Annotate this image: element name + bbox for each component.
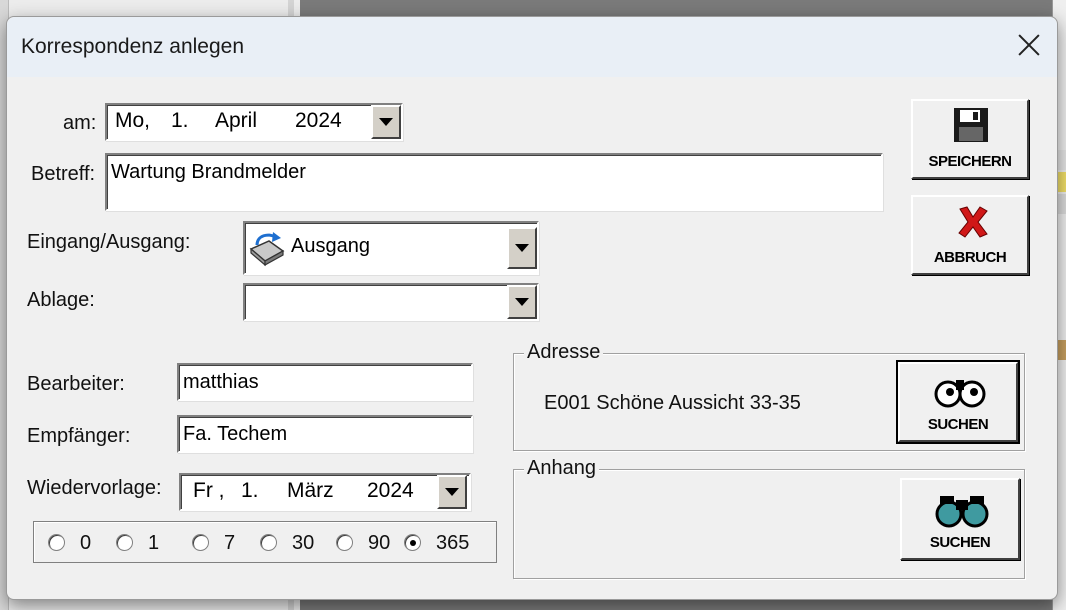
ablage-dropdown-button[interactable] xyxy=(507,285,537,319)
am-label: am: xyxy=(63,112,97,134)
ablage-select[interactable] xyxy=(243,283,539,321)
correspondence-dialog: Korrespondenz anlegen am: Mo, 1. April 2… xyxy=(6,16,1058,600)
floppy-disk-icon xyxy=(953,107,989,148)
empfaenger-value[interactable]: Fa. Techem xyxy=(183,423,287,446)
radio-days-30[interactable] xyxy=(260,534,277,551)
radio-days-7-label[interactable]: 7 xyxy=(224,532,235,555)
radio-days-365[interactable] xyxy=(404,534,421,551)
wv-month[interactable]: März xyxy=(287,479,334,503)
radio-dot xyxy=(410,540,416,546)
wv-year[interactable]: 2024 xyxy=(367,479,414,503)
radio-days-30-label[interactable]: 30 xyxy=(292,532,314,555)
anhang-group-title: Anhang xyxy=(524,457,599,480)
radio-days-0[interactable] xyxy=(48,534,65,551)
chevron-down-icon xyxy=(379,118,393,126)
chevron-down-icon xyxy=(515,298,529,306)
chevron-down-icon xyxy=(445,488,459,496)
bearbeiter-field[interactable]: matthias xyxy=(177,363,473,401)
ablage-label: Ablage: xyxy=(27,289,95,311)
radio-days-0-label[interactable]: 0 xyxy=(80,532,91,555)
outgoing-mail-icon xyxy=(247,229,287,272)
am-date-picker[interactable]: Mo, 1. April 2024 xyxy=(105,103,403,141)
adresse-group-title: Adresse xyxy=(524,341,604,364)
binoculars-icon xyxy=(932,374,988,413)
dialog-title: Korrespondenz anlegen xyxy=(21,35,245,58)
red-x-icon xyxy=(957,205,989,244)
cancel-button[interactable]: ABBRUCH xyxy=(911,195,1029,275)
search-attachment-button-label: SUCHEN xyxy=(929,534,991,551)
radio-days-90-label[interactable]: 90 xyxy=(368,532,390,555)
am-weekday[interactable]: Mo, xyxy=(115,109,150,133)
radio-days-90[interactable] xyxy=(336,534,353,551)
empfaenger-label: Empfänger: xyxy=(27,425,131,447)
wv-day[interactable]: 1. xyxy=(241,479,259,503)
eingang-ausgang-dropdown-button[interactable] xyxy=(507,227,537,269)
radio-days-1-label[interactable]: 1 xyxy=(148,532,159,555)
eingang-ausgang-value[interactable]: Ausgang xyxy=(291,235,370,258)
bearbeiter-label: Bearbeiter: xyxy=(27,373,125,395)
radio-days-365-label[interactable]: 365 xyxy=(436,532,469,555)
anhang-group: Anhang SUCHEN xyxy=(513,457,1025,579)
wiedervorlage-date-picker[interactable]: Fr , 1. März 2024 xyxy=(179,473,471,511)
am-year[interactable]: 2024 xyxy=(295,109,342,133)
adresse-group: Adresse E001 Schöne Aussicht 33-35 SUCHE… xyxy=(513,341,1025,451)
eingang-ausgang-select[interactable]: Ausgang xyxy=(243,221,539,275)
wv-weekday[interactable]: Fr , xyxy=(193,479,225,503)
save-button[interactable]: SPEICHERN xyxy=(911,99,1029,179)
close-icon[interactable] xyxy=(1015,31,1043,59)
save-button-label: SPEICHERN xyxy=(928,153,1012,170)
search-address-button-label: SUCHEN xyxy=(927,416,989,433)
search-address-button[interactable]: SUCHEN xyxy=(898,362,1018,442)
cancel-button-label: ABBRUCH xyxy=(933,249,1007,266)
eingang-ausgang-label: Eingang/Ausgang: xyxy=(27,231,191,253)
wiedervorlage-label: Wiedervorlage: xyxy=(27,477,162,499)
search-attachment-button[interactable]: SUCHEN xyxy=(900,478,1020,560)
chevron-down-icon xyxy=(515,244,529,252)
wiedervorlage-days-group: 0 1 7 30 90 365 xyxy=(33,521,497,563)
betreff-field[interactable]: Wartung Brandmelder xyxy=(105,153,883,211)
betreff-label: Betreff: xyxy=(31,163,96,185)
am-day[interactable]: 1. xyxy=(171,109,189,133)
bearbeiter-value[interactable]: matthias xyxy=(183,371,259,394)
binoculars-icon xyxy=(932,492,992,533)
radio-days-7[interactable] xyxy=(192,534,209,551)
empfaenger-field[interactable]: Fa. Techem xyxy=(177,415,473,453)
title-bar: Korrespondenz anlegen xyxy=(7,17,1057,77)
am-month[interactable]: April xyxy=(215,109,257,133)
radio-days-1[interactable] xyxy=(116,534,133,551)
betreff-value[interactable]: Wartung Brandmelder xyxy=(111,161,306,184)
am-dropdown-button[interactable] xyxy=(371,105,401,139)
wv-dropdown-button[interactable] xyxy=(437,475,467,509)
adresse-value: E001 Schöne Aussicht 33-35 xyxy=(544,392,801,414)
